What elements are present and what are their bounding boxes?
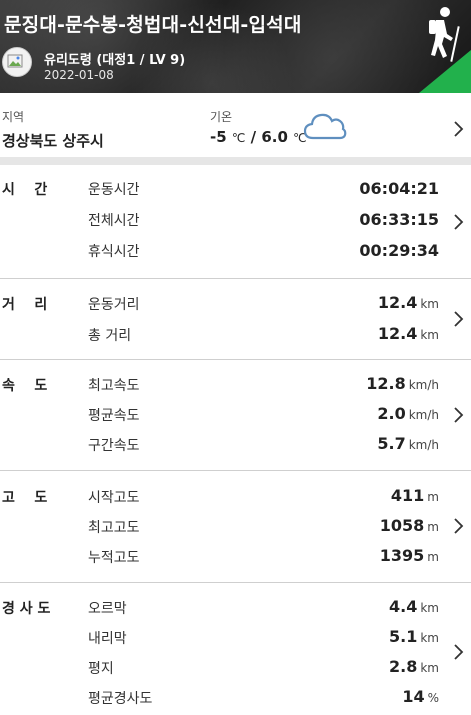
row-value: 2.8 km [389,657,439,676]
temperature-separator: / [250,128,257,146]
section-label-slope: 경 사 도 [2,601,51,617]
row-value: 00:29:34 [359,241,439,260]
chevron-right-icon[interactable] [451,213,465,231]
chevron-right-icon[interactable] [451,120,465,138]
temperature-unit: ℃ [231,131,246,145]
temperature-label: 기온 [210,110,233,124]
section-label-speed: 속 도 [2,378,48,394]
user-name[interactable]: 유리도령 (대정1 / LV 9) [44,49,185,68]
cloud-icon [303,113,347,140]
row-label: 평균속도 [88,408,140,424]
row-value: 2.0 km/h [377,404,439,423]
row-value: 1058 m [379,516,439,535]
chevron-right-icon[interactable] [451,517,465,535]
row-value: 5.7 km/h [377,434,439,453]
row-value: 1395 m [379,546,439,565]
row-value: 4.4 km [389,597,439,616]
row-label: 누적고도 [88,550,140,566]
row-label: 오르막 [88,601,127,617]
altitude-section[interactable]: 고 도 시작고도 411 m 최고고도 1058 m 누적고도 1395 m [0,471,471,583]
row-value: 12.4 km [377,293,439,312]
row-value: 5.1 km [389,627,439,646]
region-value: 경상북도 상주시 [2,132,104,150]
speed-section[interactable]: 속 도 최고속도 12.8 km/h 평균속도 2.0 km/h 구간속도 5.7 k… [0,360,471,471]
weather-row[interactable]: 지역 경상북도 상주시 기온 -5 ℃ / 6.0 ℃ [0,93,471,165]
row-value: 12.4 km [377,324,439,343]
region-label: 지역 [2,110,25,124]
row-label: 운동시간 [88,182,140,198]
chevron-right-icon[interactable] [451,406,465,424]
temperature-high: 6.0 [261,128,288,146]
route-title: 문징대-문수봉-청법대-신선대-입석대 [4,14,302,36]
temperature-low: -5 [210,128,227,146]
row-label: 구간속도 [88,438,140,454]
activity-header: 문징대-문수봉-청법대-신선대-입석대 유리도령 (대정1 / LV 9) 20… [0,0,471,93]
section-label-distance: 거 리 [2,297,48,313]
row-label: 내리막 [88,631,127,647]
broken-image-icon [7,54,23,68]
avatar[interactable] [2,47,32,77]
row-label: 평지 [88,661,114,677]
section-label-time: 시 간 [2,182,48,198]
row-value: 06:33:15 [359,210,439,229]
row-label: 최고고도 [88,520,140,536]
chevron-right-icon[interactable] [451,643,465,661]
section-label-altitude: 고 도 [2,490,48,506]
activity-date: 2022-01-08 [44,68,114,82]
hiker-icon [419,7,471,93]
row-label: 전체시간 [88,213,140,229]
row-label: 운동거리 [88,297,140,313]
row-label: 평균경사도 [88,691,153,707]
row-value: 411 m [390,486,439,505]
row-label: 시작고도 [88,490,140,506]
row-label: 최고속도 [88,378,140,394]
row-label: 휴식시간 [88,244,140,260]
chevron-right-icon[interactable] [451,310,465,328]
row-value: 14% [402,687,439,706]
row-value: 12.8 km/h [366,374,439,393]
temperature-value: -5 ℃ / 6.0 ℃ [210,128,307,146]
row-value: 06:04:21 [359,179,439,198]
slope-section[interactable]: 경 사 도 오르막 4.4 km 내리막 5.1 km 평지 2.8 km 평균경사도… [0,583,471,715]
time-section[interactable]: 시 간 운동시간 06:04:21 전체시간 06:33:15 휴식시간 00:… [0,165,471,279]
row-label: 총 거리 [88,328,132,344]
distance-section[interactable]: 거 리 운동거리 12.4 km 총 거리 12.4 km [0,279,471,360]
